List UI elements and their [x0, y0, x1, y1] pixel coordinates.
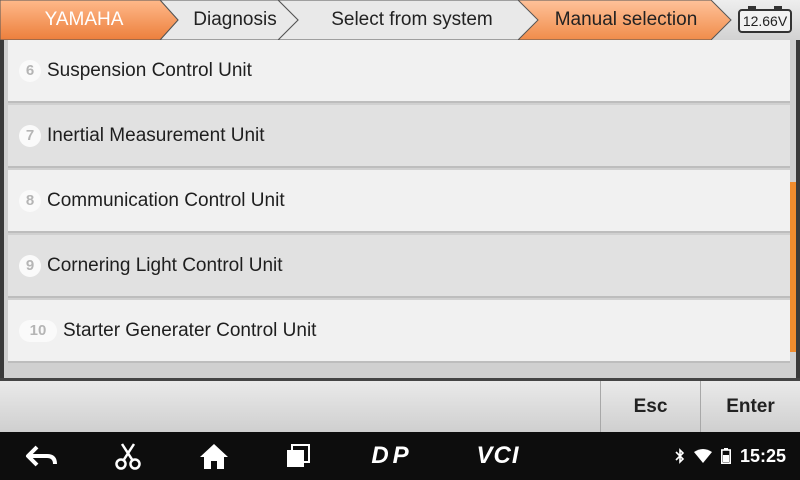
item-number: 10 [19, 319, 57, 342]
enter-button-label: Enter [726, 395, 775, 417]
vci-logo-icon[interactable]: VCI [468, 440, 528, 472]
scissors-icon[interactable] [110, 440, 146, 472]
breadcrumb-label: Manual selection [554, 9, 698, 30]
battery-icon [720, 448, 731, 464]
system-list: 6 Suspension Control Unit 7 Inertial Mea… [8, 40, 790, 376]
list-item[interactable]: 8 Communication Control Unit [8, 170, 790, 233]
item-label: Suspension Control Unit [47, 59, 252, 81]
action-bar: Esc Enter [0, 378, 800, 432]
clock: 15:25 [739, 445, 786, 466]
breadcrumb-label: Diagnosis [193, 9, 277, 30]
item-label: Cornering Light Control Unit [47, 254, 283, 276]
breadcrumb-diagnosis[interactable]: Diagnosis [160, 0, 300, 40]
item-label: Starter Generater Control Unit [63, 319, 317, 341]
breadcrumb-label: Select from system [331, 9, 493, 30]
list-item[interactable]: 9 Cornering Light Control Unit [8, 235, 790, 298]
item-number: 6 [19, 59, 41, 82]
vci-logo-text: VCI [476, 442, 520, 469]
enter-button[interactable]: Enter [700, 381, 800, 432]
dp-logo-icon[interactable]: DP [364, 440, 420, 472]
list-item[interactable]: 7 Inertial Measurement Unit [8, 105, 790, 168]
back-icon[interactable] [22, 440, 62, 472]
breadcrumb: YAMAHA Diagnosis Select from system Manu… [0, 0, 800, 40]
item-number: 9 [19, 254, 41, 277]
recent-apps-icon[interactable] [282, 440, 314, 472]
navigation-bar: DP VCI 15:25 [0, 432, 800, 480]
breadcrumb-select-from-system[interactable]: Select from system [278, 0, 540, 40]
list-scrollbar[interactable] [790, 182, 796, 352]
esc-button-label: Esc [633, 395, 668, 417]
bluetooth-icon [675, 448, 685, 464]
breadcrumb-yamaha[interactable]: YAMAHA [0, 0, 180, 40]
system-list-frame: 6 Suspension Control Unit 7 Inertial Mea… [0, 40, 800, 378]
breadcrumb-label: YAMAHA [44, 9, 124, 30]
item-label: Inertial Measurement Unit [47, 124, 265, 146]
list-item[interactable]: 10 Starter Generater Control Unit [8, 300, 790, 363]
list-item[interactable]: 6 Suspension Control Unit [8, 40, 790, 103]
battery-voltage: 12.66V [742, 13, 788, 29]
wifi-icon [693, 449, 712, 463]
breadcrumb-manual-selection[interactable]: Manual selection [517, 0, 733, 40]
item-number: 8 [19, 189, 41, 212]
item-label: Communication Control Unit [47, 189, 285, 211]
battery-voltage-indicator: 12.66V [738, 6, 792, 33]
item-number: 7 [19, 124, 41, 147]
dp-logo-text: DP [371, 442, 413, 469]
status-area: 15:25 [675, 444, 786, 468]
home-icon[interactable] [196, 440, 232, 472]
esc-button[interactable]: Esc [600, 381, 700, 432]
